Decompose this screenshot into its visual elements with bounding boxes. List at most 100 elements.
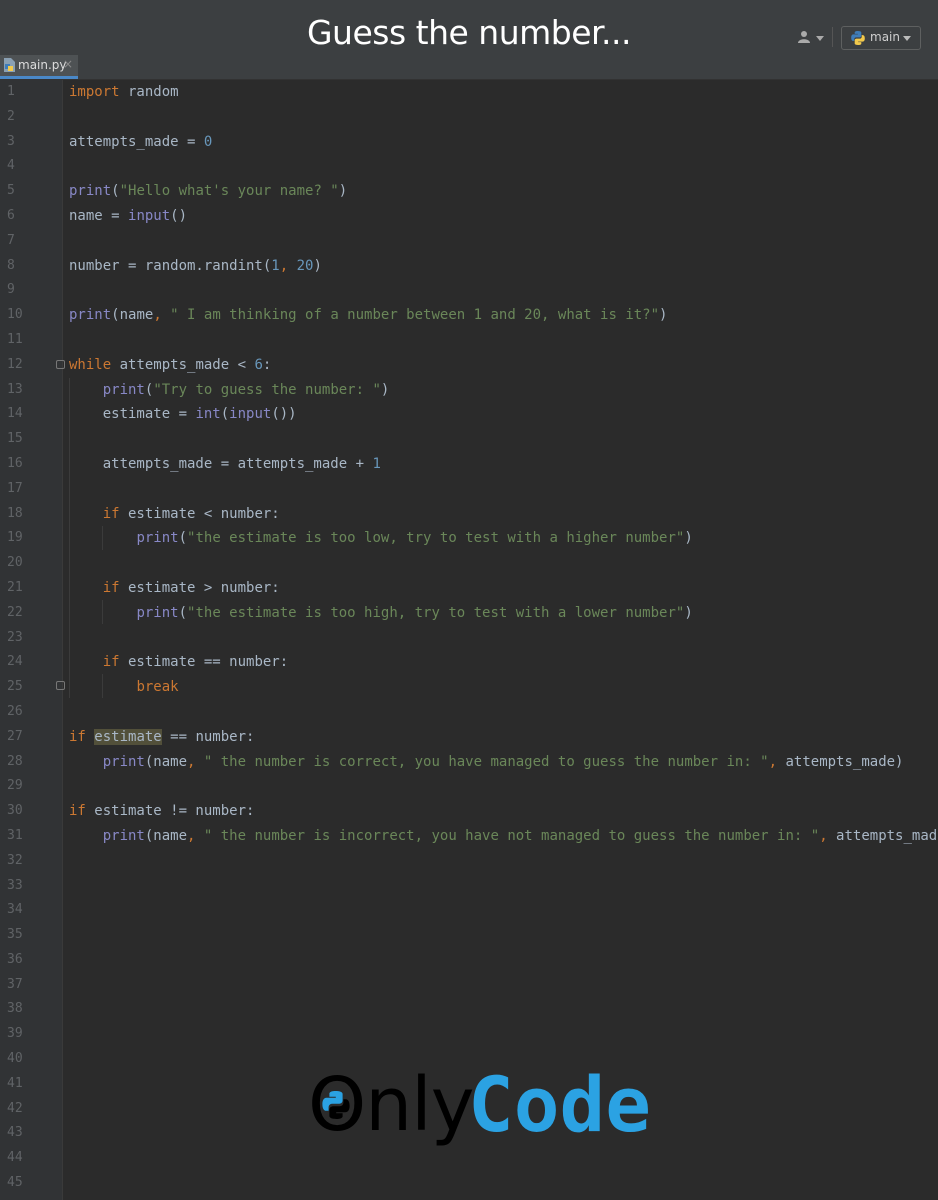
line-number: 2 (7, 108, 15, 124)
line-number: 27 (7, 728, 23, 744)
line-number: 28 (7, 753, 23, 769)
line-number: 38 (7, 1001, 23, 1017)
line-number: 40 (7, 1051, 23, 1067)
line-number: 39 (7, 1026, 23, 1042)
line-number: 36 (7, 951, 23, 967)
code-line-25: break (136, 679, 179, 696)
code-line-6: name = input() (69, 207, 188, 224)
line-number: 4 (7, 158, 15, 174)
code-content: import random attempts_made = 0 print("H… (69, 80, 938, 849)
line-numbers: 1 2 3 4 5 6 7 8 9 10 11 12 13 14 15 16 17 18 19 20 21 22 23 24 2… (0, 80, 40, 1196)
code-line-31: print(name, " the number is incorrect, y… (102, 827, 938, 844)
code-line-10: print(name, " I am thinking of a number … (69, 307, 668, 324)
run-config-selector[interactable]: main (841, 26, 921, 50)
code-line-16: attempts_made = attempts_made + 1 (69, 455, 381, 472)
code-line-24: if estimate == number: (102, 654, 289, 671)
run-config-label: main (870, 30, 900, 44)
tab-label: main.py (18, 58, 67, 72)
logo-text-code: Code (468, 1060, 652, 1149)
code-line-21: if estimate > number: (102, 579, 280, 596)
line-number: 13 (7, 381, 23, 397)
line-number: 32 (7, 852, 23, 868)
line-number: 23 (7, 629, 23, 645)
line-number: 25 (7, 679, 23, 695)
line-number: 3 (7, 133, 15, 149)
python-file-icon (4, 58, 15, 72)
line-number: 12 (7, 356, 23, 372)
line-number: 7 (7, 232, 15, 248)
line-number: 26 (7, 703, 23, 719)
line-number: 16 (7, 455, 23, 471)
line-number-gutter: 1 2 3 4 5 6 7 8 9 10 11 12 13 14 15 16 17 18 19 20 21 22 23 24 2… (0, 80, 63, 1200)
user-icon (798, 31, 810, 43)
highlighted-usage: estimate (94, 728, 162, 745)
line-number: 17 (7, 480, 23, 496)
chevron-down-icon (903, 36, 911, 41)
code-line-1: import random (69, 84, 179, 100)
line-number: 20 (7, 555, 23, 571)
code-line-18: if estimate < number: (102, 505, 280, 522)
line-number: 33 (7, 877, 23, 893)
line-number: 5 (7, 183, 15, 199)
line-number: 10 (7, 307, 23, 323)
code-line-19: print("the estimate is too low, try to t… (136, 530, 693, 547)
line-number: 34 (7, 902, 23, 918)
title-bar: Guess the number... main (0, 0, 938, 52)
code-line-28: print(name, " the number is correct, you… (102, 753, 904, 770)
code-line-22: print("the estimate is too high, try to … (136, 604, 693, 621)
line-number: 21 (7, 579, 23, 595)
close-icon[interactable]: × (63, 57, 73, 71)
line-number: 44 (7, 1150, 23, 1166)
code-line-13: print("Try to guess the number: ") (102, 381, 390, 398)
line-number: 37 (7, 976, 23, 992)
line-number: 30 (7, 803, 23, 819)
line-number: 24 (7, 654, 23, 670)
line-number: 42 (7, 1100, 23, 1116)
code-line-3: attempts_made = 0 (69, 133, 213, 150)
line-number: 35 (7, 927, 23, 943)
line-number: 9 (7, 282, 15, 298)
code-line-12: while attempts_made < 6: (69, 356, 272, 373)
line-number: 11 (7, 331, 23, 347)
line-number: 6 (7, 207, 15, 223)
code-line-5: print("Hello what's your name? ") (69, 183, 348, 200)
line-number: 41 (7, 1075, 23, 1091)
python-icon (851, 31, 865, 45)
line-number: 1 (7, 84, 15, 99)
line-number: 22 (7, 604, 23, 620)
editor-tabs: main.py × (0, 52, 938, 80)
chevron-down-icon (816, 36, 824, 41)
line-number: 31 (7, 827, 23, 843)
fold-icon[interactable] (56, 360, 65, 369)
python-logo-icon (322, 1091, 350, 1119)
code-line-8: number = random.randint(1, 20) (69, 257, 322, 274)
line-number: 14 (7, 406, 23, 422)
code-line-30: if estimate != number: (69, 803, 255, 820)
toolbar-divider (832, 27, 833, 47)
line-number: 15 (7, 431, 23, 447)
fold-icon[interactable] (56, 681, 65, 690)
line-number: 45 (7, 1175, 23, 1191)
line-number: 29 (7, 778, 23, 794)
user-menu-button[interactable] (796, 28, 826, 46)
code-line-14: estimate = int(input()) (69, 406, 297, 423)
code-line-27: if estimate == number: (69, 728, 255, 745)
onlycode-logo: Only Code (308, 1060, 651, 1150)
tab-main-py[interactable]: main.py × (0, 55, 78, 79)
code-editor[interactable]: 1 2 3 4 5 6 7 8 9 10 11 12 13 14 15 16 17 18 19 20 21 22 23 24 2… (0, 80, 938, 1200)
line-number: 19 (7, 530, 23, 546)
line-number: 43 (7, 1125, 23, 1141)
line-number: 8 (7, 257, 15, 273)
line-number: 18 (7, 505, 23, 521)
